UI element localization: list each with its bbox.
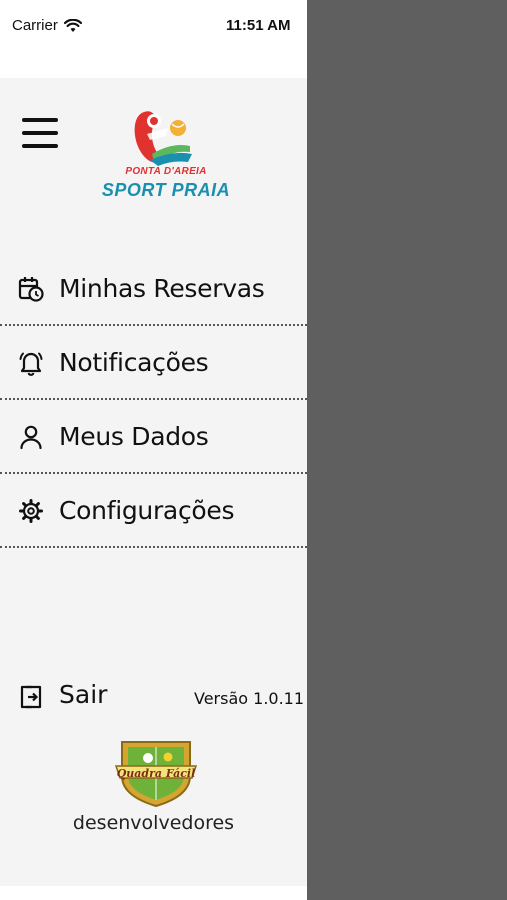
menu-item-minhas-reservas[interactable]: Minhas Reservas xyxy=(0,252,307,326)
logo-title: SPORT PRAIA xyxy=(101,180,231,200)
logout-button[interactable]: Sair xyxy=(0,672,180,722)
menu-hamburger-icon[interactable] xyxy=(22,118,58,148)
status-bar: Carrier 11:51 AM xyxy=(0,0,307,78)
drawer-menu: Minhas Reservas Notificações Meus Dados xyxy=(0,252,307,548)
app-logo: PONTA D'AREIA SPORT PRAIA xyxy=(92,102,240,206)
status-carrier: Carrier xyxy=(12,17,82,34)
menu-item-configuracoes[interactable]: Configurações xyxy=(0,474,307,548)
logo-subtitle: PONTA D'AREIA xyxy=(125,166,207,177)
bottom-safe-area xyxy=(0,886,307,900)
gear-icon xyxy=(19,499,43,523)
logout-icon xyxy=(20,685,42,709)
carrier-label: Carrier xyxy=(12,17,58,34)
status-time: 11:51 AM xyxy=(226,17,291,34)
calendar-clock-icon xyxy=(18,277,44,302)
menu-item-label: Configurações xyxy=(59,496,235,525)
badge-text: Quadra Fácil xyxy=(116,767,196,780)
logo-emblem-icon xyxy=(134,111,192,166)
logout-label: Sair xyxy=(59,680,108,709)
developers-label: desenvolvedores xyxy=(72,812,235,834)
menu-item-label: Notificações xyxy=(59,348,209,377)
bell-icon xyxy=(19,352,43,376)
app-version: Versão 1.0.11 xyxy=(194,689,305,708)
person-icon xyxy=(20,425,42,450)
quadra-facil-badge: Quadra Fácil xyxy=(110,736,202,808)
drawer-backdrop-overlay[interactable] xyxy=(307,0,507,900)
menu-item-notificacoes[interactable]: Notificações xyxy=(0,326,307,400)
menu-item-label: Minhas Reservas xyxy=(59,274,265,303)
menu-item-label: Meus Dados xyxy=(59,422,209,451)
navigation-drawer: Carrier 11:51 AM PONTA D'AREIA SPORT PRA… xyxy=(0,0,307,900)
wifi-icon xyxy=(63,18,82,32)
menu-item-meus-dados[interactable]: Meus Dados xyxy=(0,400,307,474)
